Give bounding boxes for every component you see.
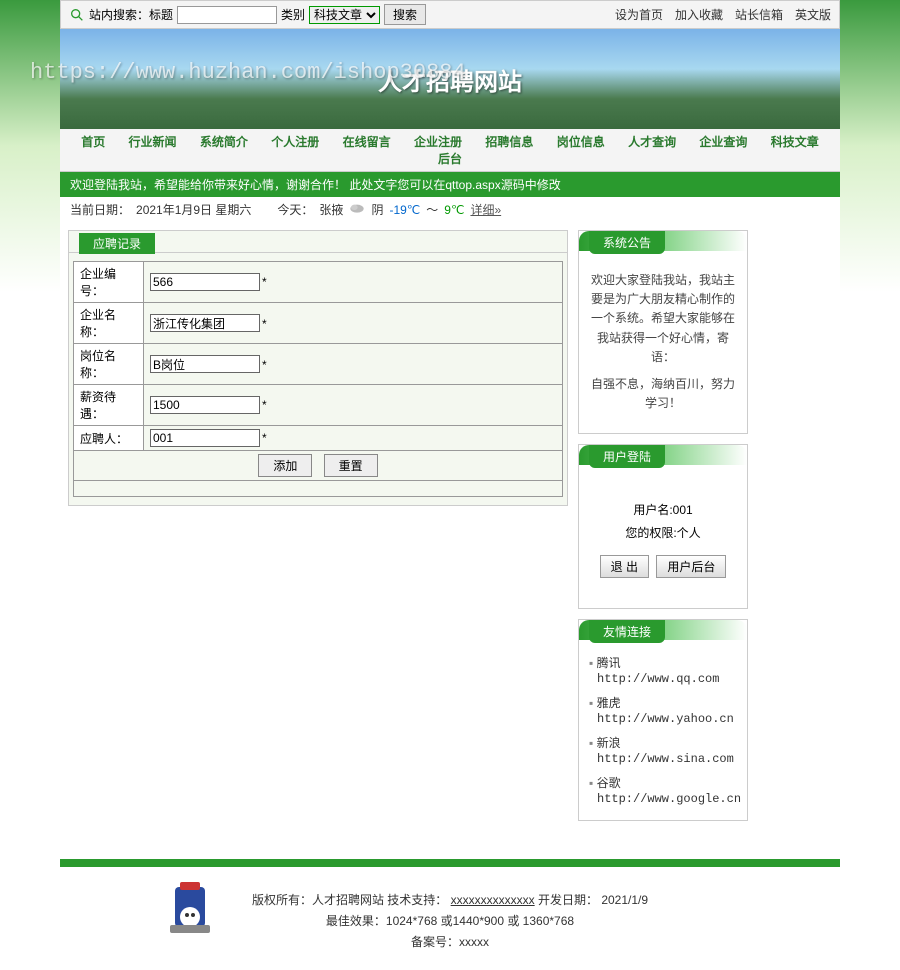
search-button[interactable]: 搜索: [384, 4, 426, 25]
nav-intro[interactable]: 系统简介: [190, 135, 258, 149]
footer-tech-support[interactable]: xxxxxxxxxxxxxx: [451, 893, 535, 907]
category-select[interactable]: 科技文章: [309, 6, 380, 24]
required-mark: *: [262, 358, 267, 372]
link-item: 腾讯 http://www.qq.com: [589, 650, 737, 690]
label-company-name: 企业名称：: [74, 303, 144, 344]
reset-button[interactable]: 重置: [324, 454, 378, 477]
main-nav: 首页 行业新闻 系统简介 个人注册 在线留言 企业注册 招聘信息 岗位信息 人才…: [60, 129, 840, 172]
nav-admin[interactable]: 后台: [428, 152, 472, 166]
input-salary[interactable]: [150, 396, 260, 414]
link-url[interactable]: http://www.google.cn: [597, 792, 741, 806]
topbar-links: 设为首页 加入收藏 站长信箱 英文版: [615, 6, 831, 23]
nav-position[interactable]: 岗位信息: [547, 135, 615, 149]
temp-high: 9℃: [444, 203, 464, 217]
logout-button[interactable]: 退 出: [600, 555, 649, 578]
search-input[interactable]: [177, 6, 277, 24]
link-name: 新浪: [597, 736, 621, 750]
temp-low: -19℃: [389, 203, 420, 217]
notice-panel: 系统公告 欢迎大家登陆我站，我站主要是为广大朋友精心制作的一个系统。希望大家能够…: [578, 230, 748, 434]
temp-sep: ～: [426, 201, 438, 218]
required-mark: *: [262, 431, 267, 445]
label-salary: 薪资待遇：: [74, 385, 144, 426]
nav-personal-reg[interactable]: 个人注册: [261, 135, 329, 149]
perm-label: 您的权限:: [625, 526, 676, 540]
add-button[interactable]: 添加: [258, 454, 312, 477]
nav-message[interactable]: 在线留言: [333, 135, 401, 149]
banner: 人才招聘网站: [60, 29, 840, 129]
weather-city: 张掖: [319, 201, 343, 218]
site-title: 人才招聘网站: [378, 62, 522, 97]
link-name: 雅虎: [597, 696, 621, 710]
link-name: 谷歌: [597, 776, 621, 790]
user-label: 用户名:: [633, 503, 672, 517]
footer-dev-date: 开发日期： 2021/1/9: [538, 893, 648, 907]
user-backend-button[interactable]: 用户后台: [656, 555, 726, 578]
table-row: 企业名称： *: [74, 303, 563, 344]
link-webmaster[interactable]: 站长信箱: [735, 6, 783, 23]
search-label: 站内搜索：标题: [89, 6, 173, 23]
welcome-bar: 欢迎登陆我站，希望能给你带来好心情，谢谢合作！ 此处文字您可以在qttop.as…: [60, 172, 840, 197]
login-panel: 用户登陆 用户名:001 您的权限:个人 退 出 用户后台: [578, 444, 748, 609]
required-mark: *: [262, 398, 267, 412]
cloud-icon: [349, 202, 365, 217]
required-mark: *: [262, 317, 267, 331]
footer-separator: [60, 859, 840, 867]
search-icon: [69, 7, 85, 23]
nav-company-search[interactable]: 企业查询: [689, 135, 757, 149]
weather-detail-link[interactable]: 详细»: [470, 201, 501, 218]
link-set-home[interactable]: 设为首页: [615, 6, 663, 23]
link-url[interactable]: http://www.qq.com: [597, 672, 719, 686]
link-add-fav[interactable]: 加入收藏: [675, 6, 723, 23]
link-item: 雅虎 http://www.yahoo.cn: [589, 690, 737, 730]
today-label: 今天：: [277, 201, 313, 218]
link-item: 谷歌http://www.google.cn: [589, 770, 737, 810]
category-label: 类别: [281, 6, 305, 23]
footer: 版权所有：人才招聘网站 技术支持： xxxxxxxxxxxxxx 开发日期： 2…: [60, 867, 840, 970]
links-title: 友情连接: [589, 620, 665, 643]
nav-tech[interactable]: 科技文章: [761, 135, 829, 149]
table-row: 企业编号： *: [74, 262, 563, 303]
notice-text2: 自强不息，海纳百川，努力学习！: [589, 375, 737, 413]
nav-news[interactable]: 行业新闻: [119, 135, 187, 149]
footer-copyright: 版权所有：人才招聘网站 技术支持：: [252, 893, 447, 907]
weather-desc: 阴: [371, 201, 383, 218]
input-company-name[interactable]: [150, 314, 260, 332]
label-position: 岗位名称：: [74, 344, 144, 385]
input-company-id[interactable]: [150, 273, 260, 291]
link-url[interactable]: http://www.sina.com: [597, 752, 734, 766]
table-row: [74, 481, 563, 497]
link-english[interactable]: 英文版: [795, 6, 831, 23]
input-position[interactable]: [150, 355, 260, 373]
link-url[interactable]: http://www.yahoo.cn: [597, 712, 734, 726]
table-row: 薪资待遇： *: [74, 385, 563, 426]
notice-text: 欢迎大家登陆我站，我站主要是为广大朋友精心制作的一个系统。希望大家能够在我站获得…: [589, 271, 737, 367]
label-applicant: 应聘人：: [74, 426, 144, 451]
nav-home[interactable]: 首页: [71, 135, 115, 149]
table-row: 添加 重置: [74, 451, 563, 481]
link-name: 腾讯: [597, 656, 621, 670]
application-record-panel: 应聘记录 企业编号： * 企业名称： * 岗位名称：: [68, 230, 568, 506]
login-title: 用户登陆: [589, 445, 665, 468]
table-row: 岗位名称： *: [74, 344, 563, 385]
form-title: 应聘记录: [79, 233, 155, 254]
user-value: 001: [673, 503, 693, 517]
date-bar: 当前日期： 2021年1月9日 星期六 今天： 张掖 阴 -19℃ ～ 9℃ 详…: [60, 197, 840, 222]
nav-company-reg[interactable]: 企业注册: [404, 135, 472, 149]
perm-value: 个人: [677, 526, 701, 540]
links-panel: 友情连接 腾讯 http://www.qq.com 雅虎 http://www.ya…: [578, 619, 748, 821]
table-row: 应聘人： *: [74, 426, 563, 451]
top-toolbar: 站内搜索：标题 类别 科技文章 搜索 设为首页 加入收藏 站长信箱 英文版: [60, 0, 840, 29]
notice-title: 系统公告: [589, 231, 665, 254]
police-icon: [160, 877, 220, 937]
link-item: 新浪 http://www.sina.com: [589, 730, 737, 770]
required-mark: *: [262, 275, 267, 289]
nav-recruit[interactable]: 招聘信息: [475, 135, 543, 149]
nav-talent-search[interactable]: 人才查询: [618, 135, 686, 149]
current-date: 2021年1月9日 星期六: [136, 201, 251, 218]
date-prefix: 当前日期：: [70, 201, 130, 218]
input-applicant[interactable]: [150, 429, 260, 447]
label-company-id: 企业编号：: [74, 262, 144, 303]
application-form: 企业编号： * 企业名称： * 岗位名称： * 薪资待遇：: [73, 261, 563, 497]
